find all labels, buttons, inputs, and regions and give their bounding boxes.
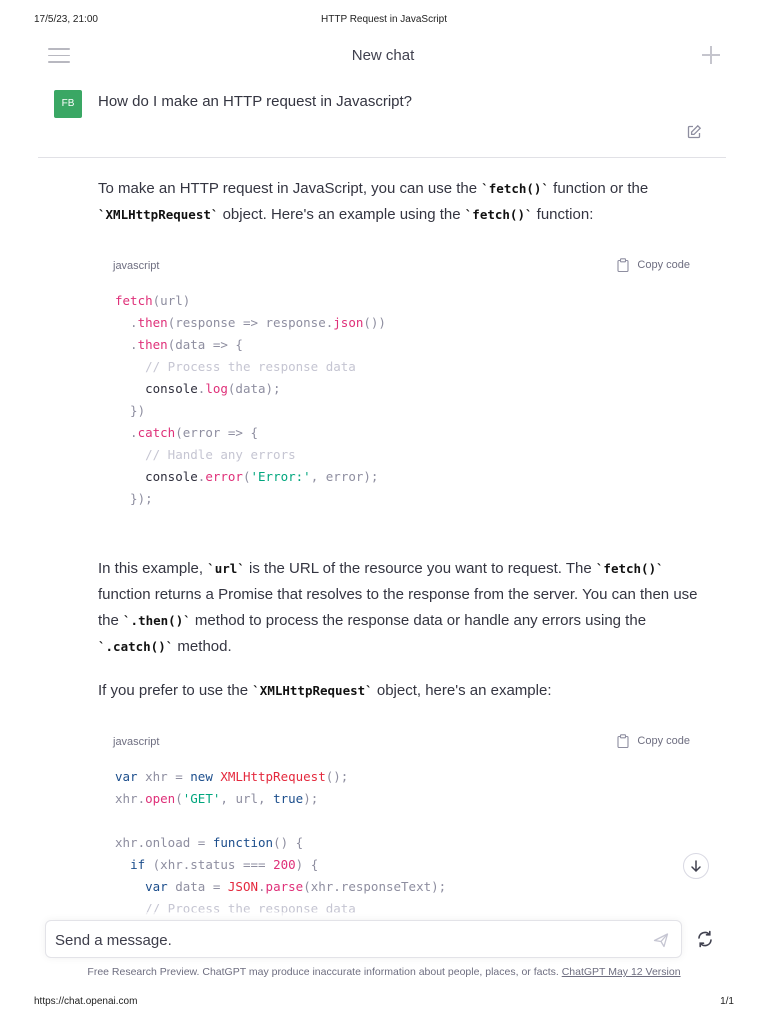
intro-text: function: — [532, 206, 594, 223]
code-block-fetch: javascript Copy code fetch(url) .then(re… — [98, 248, 698, 510]
top-bar: New chat — [38, 40, 728, 74]
inline-code: `fetch()` — [464, 207, 533, 222]
code-block-header: javascript Copy code — [98, 724, 698, 760]
code-line: console.error('Error:', error); — [145, 469, 379, 484]
print-page-number: 1/1 — [720, 996, 734, 1007]
code-content: fetch(url) .then(response => response.js… — [98, 284, 698, 510]
inline-code: `url` — [207, 561, 245, 576]
explanation-text: method. — [173, 638, 232, 655]
clipboard-icon — [617, 734, 629, 748]
arrow-down-icon — [691, 860, 701, 873]
assistant-xhr-intro-paragraph: If you prefer to use the `XMLHttpRequest… — [98, 678, 698, 704]
assistant-explanation-paragraph: In this example, `url` is the URL of the… — [98, 556, 698, 660]
code-block-xhr: javascript Copy code var xhr = new XMLHt… — [98, 724, 698, 920]
inline-code: `XMLHttpRequest` — [98, 207, 219, 222]
code-block-header: javascript Copy code — [98, 248, 698, 284]
disclaimer-text: Free Research Preview. ChatGPT may produ… — [87, 966, 562, 978]
disclaimer: Free Research Preview. ChatGPT may produ… — [0, 966, 768, 978]
code-line: if (xhr.status === 200) { — [130, 857, 319, 872]
code-line: .then(data => { — [115, 337, 243, 352]
explanation-text: In this example, — [98, 560, 208, 577]
code-line: }); — [115, 491, 153, 506]
code-language-label: javascript — [113, 260, 160, 272]
code-line: }) — [115, 403, 146, 418]
code-line: console.log(data); — [145, 381, 281, 396]
scroll-to-bottom-button[interactable] — [683, 853, 709, 879]
code-line: xhr.open('GET', url, true); — [115, 791, 319, 806]
explanation-text: is the URL of the resource you want to r… — [244, 560, 596, 577]
copy-code-button[interactable]: Copy code — [617, 734, 690, 748]
inline-code: `fetch()` — [481, 181, 549, 196]
user-message-text: How do I make an HTTP request in Javascr… — [98, 93, 413, 110]
new-chat-plus-icon[interactable] — [702, 46, 720, 64]
message-input-box — [45, 920, 682, 958]
code-line: fetch(url) — [115, 293, 191, 308]
explanation-text: method to process the response data or h… — [190, 612, 647, 629]
code-line: var xhr = new XMLHttpRequest(); — [115, 769, 349, 784]
edit-icon[interactable] — [686, 124, 702, 140]
chat-title: New chat — [351, 47, 415, 64]
copy-code-label: Copy code — [637, 259, 690, 271]
code-content: var xhr = new XMLHttpRequest(); xhr.open(… — [98, 760, 698, 920]
intro-text: To make an HTTP request in JavaScript, y… — [98, 180, 482, 197]
print-url: https://chat.openai.com — [34, 996, 138, 1007]
assistant-intro-paragraph: To make an HTTP request in JavaScript, y… — [98, 176, 698, 228]
code-line: // Handle any errors — [145, 447, 296, 462]
clipboard-icon — [617, 258, 629, 272]
xhr-intro-text: object, here's an example: — [372, 682, 552, 699]
inline-code: `XMLHttpRequest` — [252, 683, 373, 698]
print-header: 17/5/23, 21:00 HTTP Request in JavaScrip… — [0, 14, 768, 30]
xhr-intro-text: If you prefer to use the — [98, 682, 253, 699]
user-avatar: FB — [54, 90, 82, 118]
copy-code-label: Copy code — [637, 735, 690, 747]
intro-text: object. Here's an example using the — [218, 206, 465, 223]
code-line: xhr.onload = function() { — [115, 835, 304, 850]
code-line: // Process the response data — [145, 359, 356, 374]
user-message-row: FB How do I make an HTTP request in Java… — [38, 88, 726, 158]
copy-code-button[interactable]: Copy code — [617, 258, 690, 272]
intro-text: function or the — [548, 180, 649, 197]
composer-area — [0, 912, 768, 974]
paper-plane-icon[interactable] — [653, 932, 669, 948]
inline-code: `.catch()` — [98, 639, 174, 654]
code-language-label: javascript — [113, 736, 160, 748]
code-line: .then(response => response.json()) — [115, 315, 386, 330]
version-link[interactable]: ChatGPT May 12 Version — [562, 966, 681, 978]
assistant-message: To make an HTTP request in JavaScript, y… — [98, 176, 698, 920]
message-input[interactable] — [55, 930, 615, 950]
code-line: var data = JSON.parse(xhr.responseText); — [145, 879, 447, 894]
code-line: .catch(error => { — [115, 425, 259, 440]
inline-code: `fetch()` — [595, 561, 664, 576]
print-title: HTTP Request in JavaScript — [321, 14, 447, 25]
inline-code: `.then()` — [123, 613, 191, 628]
refresh-icon[interactable] — [696, 930, 714, 948]
